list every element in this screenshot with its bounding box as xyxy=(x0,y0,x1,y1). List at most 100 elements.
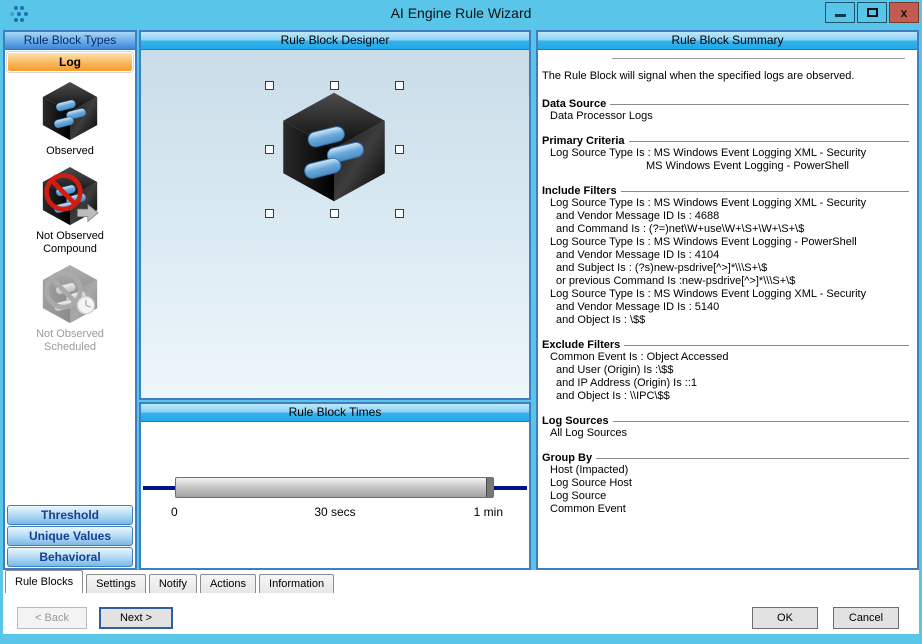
summary-line: Data Processor Logs xyxy=(540,110,909,123)
summary-line: Log Source xyxy=(540,490,909,503)
summary-section-title-row: Include Filters xyxy=(540,185,909,197)
summary-line: and Object Is : \$$ xyxy=(540,314,909,327)
summary-section-title: Log Sources xyxy=(540,415,609,427)
summary-section-title: Data Source xyxy=(540,98,606,110)
tab-notify[interactable]: Notify xyxy=(149,574,197,593)
category-button-behavioral[interactable]: Behavioral xyxy=(7,547,133,567)
summary-line: Log Source Type Is : MS Windows Event Lo… xyxy=(540,197,909,210)
section-rule-line xyxy=(613,421,909,423)
category-buttons: ThresholdUnique ValuesBehavioral xyxy=(5,504,135,568)
maximize-icon xyxy=(867,8,878,17)
summary-section-title: Exclude Filters xyxy=(540,339,620,351)
rule-block-designer-header: Rule Block Designer xyxy=(141,32,529,50)
selection-handle[interactable] xyxy=(395,145,404,154)
close-button[interactable]: x xyxy=(889,2,919,23)
rule-block-types-panel: Rule Block Types Log Observed Not Observ… xyxy=(3,30,137,570)
rule-block-times-panel: Rule Block Times 0 30 secs 1 min xyxy=(139,402,531,570)
tab-actions[interactable]: Actions xyxy=(200,574,256,593)
cube-scheduled-icon xyxy=(40,264,100,324)
rule-block-type-list: Observed Not Observed Compound xyxy=(5,73,135,354)
summary-line: and IP Address (Origin) Is ::1 xyxy=(540,377,909,390)
next-button[interactable]: Next > xyxy=(99,607,173,629)
summary-line: Log Source Host xyxy=(540,477,909,490)
section-rule-line xyxy=(629,141,909,143)
selection-handle[interactable] xyxy=(330,209,339,218)
cube-not-observed-icon xyxy=(40,166,100,226)
summary-line: and Vendor Message ID Is : 4104 xyxy=(540,249,909,262)
close-icon: x xyxy=(901,6,908,20)
selection-handle[interactable] xyxy=(395,209,404,218)
tab-information[interactable]: Information xyxy=(259,574,334,593)
summary-body: The Rule Block will signal when the spec… xyxy=(538,50,917,516)
time-range-slider[interactable] xyxy=(175,477,494,498)
type-item-not-observed-compound[interactable]: Not Observed Compound xyxy=(15,166,125,256)
summary-line: and Vendor Message ID Is : 4688 xyxy=(540,210,909,223)
type-item-observed[interactable]: Observed xyxy=(15,81,125,158)
tick-thirty-secs: 30 secs xyxy=(314,505,355,519)
summary-section-title: Group By xyxy=(540,452,592,464)
summary-section-title-row: Group By xyxy=(540,452,909,464)
rule-block-designer-panel: Rule Block Designer xyxy=(139,30,531,400)
selection-handle[interactable] xyxy=(265,145,274,154)
summary-section-include-filters: Include FiltersLog Source Type Is : MS W… xyxy=(540,185,909,327)
titlebar: AI Engine Rule Wizard x xyxy=(0,0,922,28)
summary-section-exclude-filters: Exclude FiltersCommon Event Is : Object … xyxy=(540,339,909,403)
summary-section-log-sources: Log SourcesAll Log Sources xyxy=(540,415,909,440)
type-item-label: Not Observed Scheduled xyxy=(15,328,125,354)
summary-line: Log Source Type Is : MS Windows Event Lo… xyxy=(540,288,909,301)
summary-section-title-row: Primary Criteria xyxy=(540,135,909,147)
tab-settings[interactable]: Settings xyxy=(86,574,146,593)
maximize-button[interactable] xyxy=(857,2,887,23)
summary-section-data-source: Data SourceData Processor Logs xyxy=(540,98,909,123)
summary-line: or previous Command Is :new-psdrive[^>]*… xyxy=(540,275,909,288)
cube-observed-icon xyxy=(40,81,100,141)
summary-line: Common Event Is : Object Accessed xyxy=(540,351,909,364)
minimize-button[interactable] xyxy=(825,2,855,23)
section-rule-line xyxy=(624,345,909,347)
summary-divider xyxy=(612,58,905,60)
rule-block-times-header: Rule Block Times xyxy=(141,404,529,422)
designer-canvas[interactable] xyxy=(141,50,529,398)
category-button-threshold[interactable]: Threshold xyxy=(7,505,133,525)
summary-section-group-by: Group ByHost (Impacted)Log Source HostLo… xyxy=(540,452,909,516)
back-button[interactable]: < Back xyxy=(17,607,87,629)
summary-line: MS Windows Event Logging - PowerShell xyxy=(540,160,909,173)
tick-zero: 0 xyxy=(171,505,178,519)
summary-line: Host (Impacted) xyxy=(540,464,909,477)
selection-handle[interactable] xyxy=(265,209,274,218)
window-title: AI Engine Rule Wizard xyxy=(0,0,922,28)
summary-line: Log Source Type Is : MS Windows Event Lo… xyxy=(540,236,909,249)
summary-line: All Log Sources xyxy=(540,427,909,440)
section-rule-line xyxy=(621,191,909,193)
cancel-button[interactable]: Cancel xyxy=(833,607,899,629)
selection-handle[interactable] xyxy=(265,81,274,90)
selection-handle[interactable] xyxy=(395,81,404,90)
tab-rule-blocks[interactable]: Rule Blocks xyxy=(5,570,83,593)
type-item-not-observed-scheduled[interactable]: Not Observed Scheduled xyxy=(15,264,125,354)
selection-handle[interactable] xyxy=(330,81,339,90)
tab-strip: Rule BlocksSettingsNotifyActionsInformat… xyxy=(3,570,334,593)
type-item-label: Not Observed Compound xyxy=(15,230,125,256)
category-button-unique-values[interactable]: Unique Values xyxy=(7,526,133,546)
ok-button[interactable]: OK xyxy=(752,607,818,629)
summary-section-title-row: Log Sources xyxy=(540,415,909,427)
summary-intro: The Rule Block will signal when the spec… xyxy=(540,70,909,82)
summary-section-title: Primary Criteria xyxy=(540,135,625,147)
log-category-button[interactable]: Log xyxy=(7,52,133,72)
rule-block-cube-icon[interactable] xyxy=(278,91,390,203)
section-rule-line xyxy=(610,104,909,106)
summary-line: Common Event xyxy=(540,503,909,516)
summary-line: Log Source Type Is : MS Windows Event Lo… xyxy=(540,147,909,160)
summary-line: and Vendor Message ID Is : 5140 xyxy=(540,301,909,314)
summary-line: and Command Is : (?=)net\W+use\W+\S+\W+\… xyxy=(540,223,909,236)
rule-block-summary-panel: Rule Block Summary The Rule Block will s… xyxy=(536,30,919,570)
summary-line: and Subject Is : (?s)new-psdrive[^>]*\\\… xyxy=(540,262,909,275)
summary-section-title: Include Filters xyxy=(540,185,617,197)
section-rule-line xyxy=(596,458,909,460)
tick-one-min: 1 min xyxy=(474,505,503,519)
summary-line: and User (Origin) Is :\$$ xyxy=(540,364,909,377)
rule-block-summary-header: Rule Block Summary xyxy=(538,32,917,50)
minimize-icon xyxy=(835,14,846,17)
footer: Rule BlocksSettingsNotifyActionsInformat… xyxy=(3,570,919,634)
rule-block-types-header: Rule Block Types xyxy=(5,32,135,50)
